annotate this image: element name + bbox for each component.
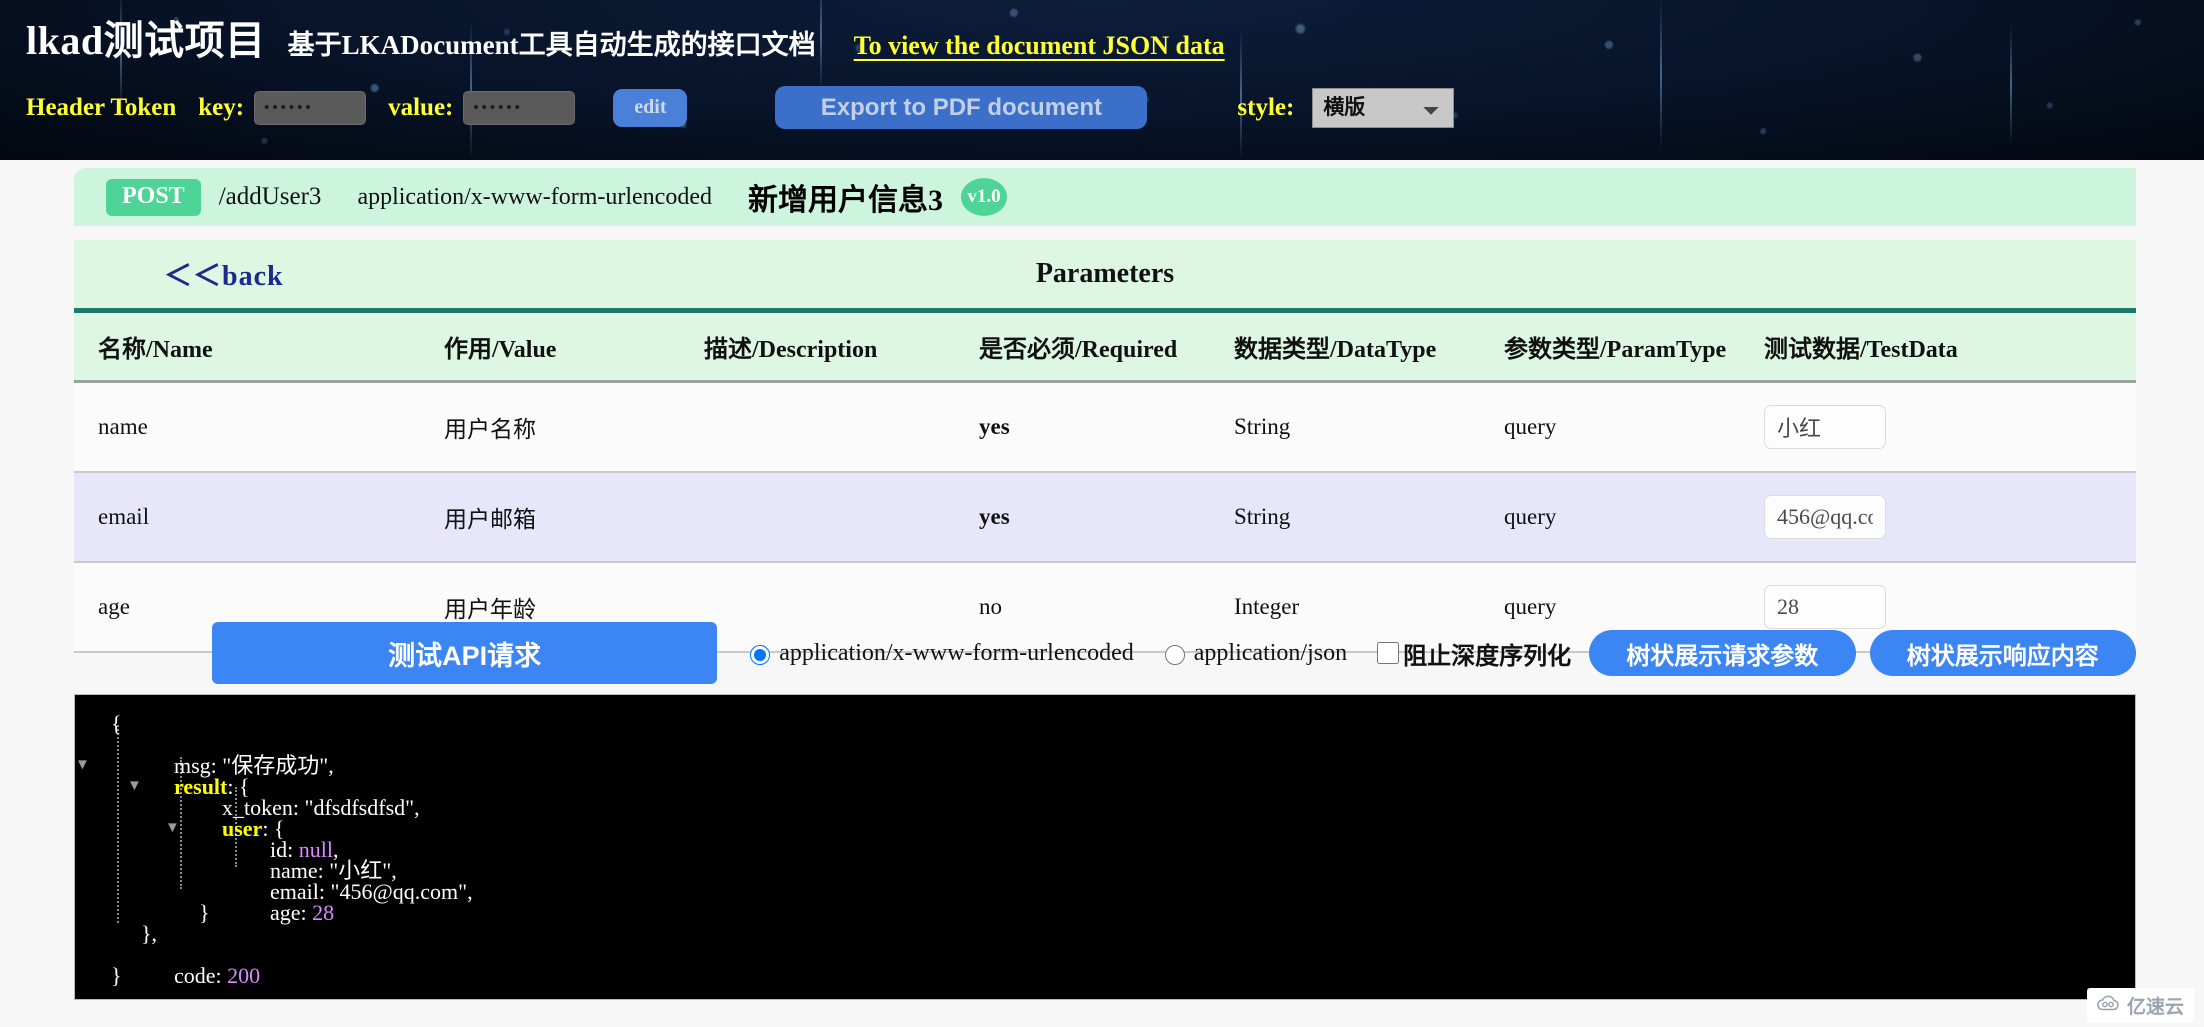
watermark-text: 亿速云 xyxy=(2126,997,2184,1018)
cell-testdata xyxy=(1764,381,2136,473)
cell-description xyxy=(704,381,979,473)
response-console[interactable]: { ▼ msg: "保存成功", ▼ result: { x_token: "dfs… xyxy=(74,694,2136,1000)
col-header-testdata: 测试数据/TestData xyxy=(1764,308,2136,383)
table-header-row: 名称/Name 作用/Value 描述/Description 是否必须/Req… xyxy=(74,308,2136,383)
radio-urlencoded-input[interactable] xyxy=(750,644,771,665)
edit-token-button[interactable]: edit xyxy=(613,88,688,127)
cell-datatype: String xyxy=(1234,381,1504,473)
test-api-button[interactable]: 测试API请求 xyxy=(212,622,718,684)
json-line: name: "小红", xyxy=(89,839,2135,882)
json-line: } xyxy=(89,963,2135,988)
json-line: ▼ user: { xyxy=(165,816,285,841)
star-streak xyxy=(2010,25,2012,145)
collapse-triangle-root[interactable]: ▼ xyxy=(75,755,90,776)
parameters-bar: ＜＜back Parameters xyxy=(74,240,2136,308)
http-method-badge: POST xyxy=(106,178,201,216)
table-row: name 用户名称 yes String query xyxy=(74,381,2136,473)
json-line: ▼ msg: "保存成功", xyxy=(75,734,2135,777)
back-link[interactable]: ＜＜back xyxy=(164,254,284,294)
json-brace-result-close: }, xyxy=(141,921,158,946)
api-display-name: 新增用户信息3 xyxy=(747,184,943,217)
testdata-input-name[interactable] xyxy=(1764,405,1886,449)
cell-required: yes xyxy=(979,472,1234,563)
app-title: lkad测试项目 xyxy=(26,18,266,63)
col-header-datatype: 数据类型/DataType xyxy=(1234,308,1504,383)
col-header-name: 名称/Name xyxy=(74,308,444,383)
banner-toolbar: Header Token key: value: edit Export to … xyxy=(26,86,1455,129)
cell-datatype: String xyxy=(1234,472,1504,563)
api-content-type: application/x-www-form-urlencoded xyxy=(357,183,712,210)
tree-response-button[interactable]: 树状展示响应内容 xyxy=(1869,630,2136,676)
col-header-required: 是否必须/Required xyxy=(979,308,1234,383)
json-line: age: 28 xyxy=(270,900,335,925)
tree-request-button[interactable]: 树状展示请求参数 xyxy=(1589,630,1856,676)
prevent-deep-serialize-checkbox[interactable]: 阻止深度序列化 xyxy=(1373,636,1571,671)
star-streak xyxy=(1660,0,1662,150)
header-token-label: Header Token xyxy=(26,93,177,121)
parameters-title: Parameters xyxy=(1035,258,1175,289)
json-brace-open: { xyxy=(111,711,122,736)
cell-testdata xyxy=(1764,472,2136,563)
json-brace-close: } xyxy=(111,963,122,988)
export-pdf-button[interactable]: Export to PDF document xyxy=(775,86,1148,129)
cell-name: name xyxy=(74,381,444,473)
json-line: } xyxy=(89,900,2135,925)
json-brace-user-close: } xyxy=(199,900,210,925)
cell-paramtype: query xyxy=(1504,381,1764,473)
view-json-data-link[interactable]: To view the document JSON data xyxy=(854,31,1225,61)
json-line: }, xyxy=(89,921,2135,946)
cell-description xyxy=(704,472,979,563)
action-bar: 测试API请求 application/x-www-form-urlencode… xyxy=(74,608,2136,698)
testdata-input-email[interactable] xyxy=(1764,495,1886,539)
radio-urlencoded[interactable]: application/x-www-form-urlencoded xyxy=(745,640,1134,667)
radio-json-label: application/json xyxy=(1193,639,1348,666)
api-path: /addUser3 xyxy=(218,183,322,210)
radio-json-input[interactable] xyxy=(1164,644,1185,665)
table-row: email 用户邮箱 yes String query xyxy=(74,472,2136,563)
json-line: x_token: "dfsdfsdfsd", xyxy=(89,776,2135,819)
token-value-label: value: xyxy=(388,93,454,121)
col-header-desc: 描述/Description xyxy=(704,308,979,383)
cell-value: 用户邮箱 xyxy=(444,472,704,563)
json-line: id: null, xyxy=(270,837,339,862)
prevent-deep-serialize-label: 阻止深度序列化 xyxy=(1403,643,1572,670)
radio-json[interactable]: application/json xyxy=(1160,640,1347,667)
cell-paramtype: query xyxy=(1504,472,1764,563)
parameters-table: 名称/Name 作用/Value 描述/Description 是否必须/Req… xyxy=(74,308,2136,653)
prevent-deep-serialize-input[interactable] xyxy=(1377,642,1400,664)
radio-urlencoded-label: application/x-www-form-urlencoded xyxy=(779,639,1134,666)
token-key-input[interactable] xyxy=(254,90,367,125)
cell-name: email xyxy=(74,472,444,563)
api-endpoint-header: POST /addUser3 application/x-www-form-ur… xyxy=(74,168,2136,226)
top-banner: lkad测试项目 基于LKADocument工具自动生成的接口文档 To vie… xyxy=(0,0,2204,160)
col-header-value: 作用/Value xyxy=(444,308,704,383)
json-line: code: 200 xyxy=(174,963,261,988)
app-subtitle: 基于LKADocument工具自动生成的接口文档 xyxy=(287,30,816,60)
cell-value: 用户名称 xyxy=(444,381,704,473)
token-key-label: key: xyxy=(198,93,245,121)
cell-required: yes xyxy=(979,381,1234,473)
style-select[interactable]: 横版 xyxy=(1312,87,1455,128)
token-value-input[interactable] xyxy=(463,90,576,125)
banner-title-row: lkad测试项目 基于LKADocument工具自动生成的接口文档 To vie… xyxy=(26,8,1225,66)
cloud-icon xyxy=(2095,994,2121,1017)
watermark: 亿速云 xyxy=(2086,988,2194,1023)
api-version-badge: v1.0 xyxy=(960,178,1007,216)
json-line: { xyxy=(89,711,2135,736)
style-label: style: xyxy=(1237,93,1295,121)
col-header-paramtype: 参数类型/ParamType xyxy=(1504,308,1764,383)
json-line: email: "456@qq.com", xyxy=(89,860,2135,903)
json-line: ▼ result: { xyxy=(127,774,250,799)
